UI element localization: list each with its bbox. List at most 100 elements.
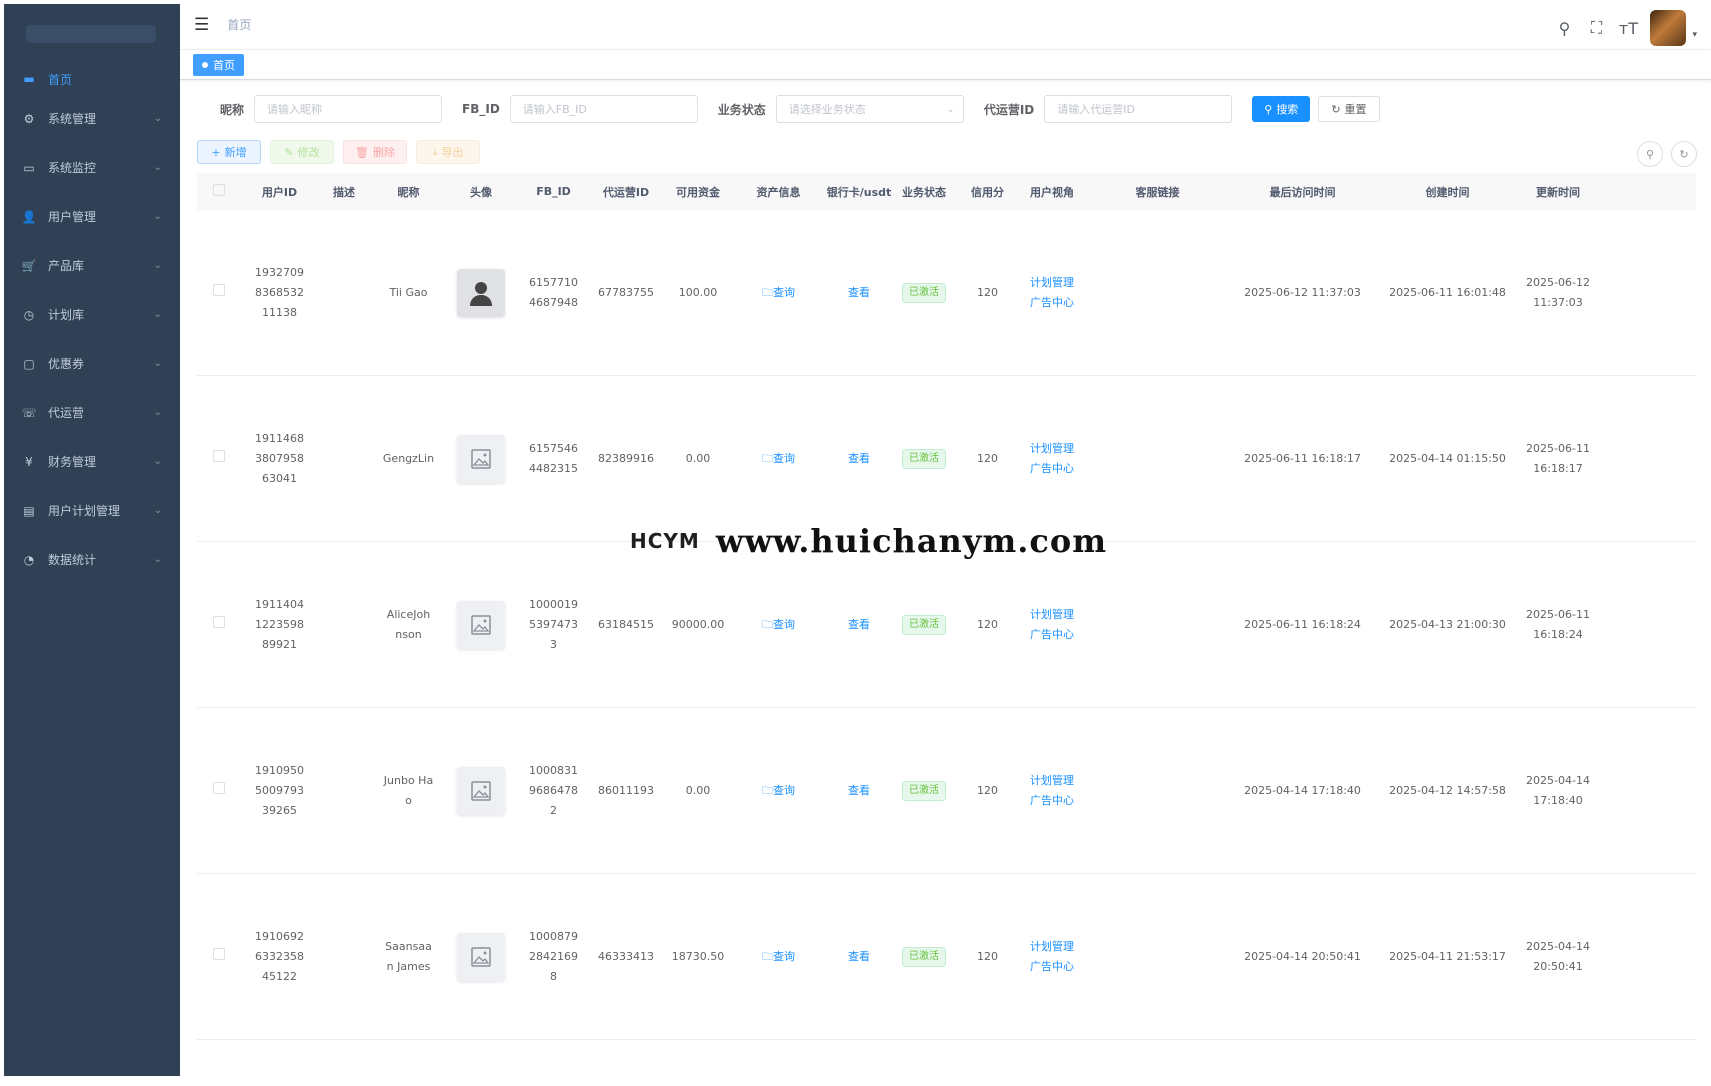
image-placeholder-icon[interactable]: [457, 766, 505, 815]
column-header[interactable]: 资产信息: [736, 184, 821, 200]
column-header[interactable]: 银行卡/usdt: [821, 184, 897, 200]
sidebar-item-home[interactable]: ▬ 首页: [4, 64, 180, 94]
table-row[interactable]: 1932709 8368532 11138 Tii Gao 6157710 4687948…: [197, 210, 1696, 376]
asset-query-link[interactable]: 🗀查询: [762, 452, 795, 465]
sidebar-item-1[interactable]: ▭ 系统监控 ⌄: [4, 143, 180, 192]
agent-input[interactable]: 请输入代运营ID: [1044, 95, 1233, 123]
search-button[interactable]: ⚲ 搜索: [1252, 96, 1311, 122]
status-select[interactable]: 请选择业务状态 ⌄: [775, 95, 964, 123]
sidebar-item-0[interactable]: ⚙ 系统管理 ⌄: [4, 94, 180, 143]
column-header[interactable]: 最后访问时间: [1235, 184, 1370, 200]
reset-button[interactable]: ↻ 重置: [1318, 96, 1380, 122]
row-checkbox[interactable]: [197, 947, 241, 967]
image-placeholder-icon[interactable]: [457, 600, 505, 649]
asset-query-link[interactable]: 🗀查询: [762, 950, 795, 963]
cell-user-view[interactable]: 计划管理 广告中心: [1024, 937, 1080, 977]
ad-center-link[interactable]: 广告中心: [1024, 293, 1080, 313]
sidebar-item-8[interactable]: ▤ 用户计划管理 ⌄: [4, 486, 180, 535]
delete-button[interactable]: 🗑 删除: [343, 140, 407, 164]
toggle-search-icon[interactable]: ⚲: [1637, 141, 1663, 167]
table-row[interactable]: 1911468 3807958 63041 GengzLin 6157546 448231…: [197, 376, 1696, 542]
select-all-checkbox[interactable]: [197, 184, 241, 199]
bank-view-link[interactable]: 查看: [848, 618, 870, 631]
cell-bank[interactable]: 查看: [821, 615, 897, 635]
cell-avatar[interactable]: [447, 932, 515, 981]
plan-management-link[interactable]: 计划管理: [1024, 439, 1080, 459]
plan-management-link[interactable]: 计划管理: [1024, 771, 1080, 791]
plan-management-link[interactable]: 计划管理: [1024, 937, 1080, 957]
edit-button[interactable]: ✎ 修改: [270, 140, 334, 164]
sidebar-logo[interactable]: [4, 4, 180, 64]
column-header[interactable]: 客服链接: [1080, 184, 1235, 200]
user-avatar-icon[interactable]: [457, 268, 505, 317]
breadcrumb[interactable]: 首页: [227, 16, 251, 33]
cell-avatar[interactable]: [447, 766, 515, 815]
row-checkbox[interactable]: [197, 781, 241, 801]
column-header[interactable]: 昵称: [370, 184, 447, 200]
cell-user-view[interactable]: 计划管理 广告中心: [1024, 771, 1080, 811]
tag-home[interactable]: 首页: [193, 53, 244, 76]
search-icon[interactable]: ⚲: [1554, 19, 1574, 38]
image-placeholder-icon[interactable]: [457, 434, 505, 483]
sidebar-item-3[interactable]: 🛒 产品库 ⌄: [4, 241, 180, 290]
column-header[interactable]: 用户视角: [1024, 184, 1080, 200]
ad-center-link[interactable]: 广告中心: [1024, 459, 1080, 479]
asset-query-link[interactable]: 🗀查询: [762, 618, 795, 631]
cell-bank[interactable]: 查看: [821, 449, 897, 469]
cell-bank[interactable]: 查看: [821, 781, 897, 801]
add-button[interactable]: + 新增: [197, 140, 261, 164]
cell-asset-info[interactable]: 🗀查询: [736, 781, 821, 801]
plan-management-link[interactable]: 计划管理: [1024, 273, 1080, 293]
font-size-icon[interactable]: ᴛT: [1618, 19, 1638, 38]
cell-user-view[interactable]: 计划管理 广告中心: [1024, 605, 1080, 645]
refresh-icon[interactable]: ↻: [1671, 141, 1697, 167]
column-header[interactable]: 可用资金: [660, 184, 736, 200]
sidebar-item-5[interactable]: ▢ 优惠券 ⌄: [4, 339, 180, 388]
column-header[interactable]: 信用分: [951, 184, 1024, 200]
column-header[interactable]: 代运营ID: [592, 184, 660, 200]
sidebar-item-2[interactable]: 👤 用户管理 ⌄: [4, 192, 180, 241]
bank-view-link[interactable]: 查看: [848, 950, 870, 963]
column-header[interactable]: 描述: [318, 184, 370, 200]
bank-view-link[interactable]: 查看: [848, 452, 870, 465]
sidebar-item-9[interactable]: ◔ 数据统计 ⌄: [4, 535, 180, 584]
bank-view-link[interactable]: 查看: [848, 784, 870, 797]
asset-query-link[interactable]: 🗀查询: [762, 784, 795, 797]
column-header[interactable]: 业务状态: [897, 184, 951, 200]
ad-center-link[interactable]: 广告中心: [1024, 957, 1080, 977]
sidebar-item-4[interactable]: ◷ 计划库 ⌄: [4, 290, 180, 339]
column-header[interactable]: 头像: [447, 184, 515, 200]
cell-asset-info[interactable]: 🗀查询: [736, 283, 821, 303]
fbid-input[interactable]: 请输入FB_ID: [509, 95, 698, 123]
cell-avatar[interactable]: [447, 600, 515, 649]
sidebar-item-6[interactable]: ☏ 代运营 ⌄: [4, 388, 180, 437]
avatar[interactable]: [1650, 10, 1687, 46]
asset-query-link[interactable]: 🗀查询: [762, 286, 795, 299]
column-header[interactable]: FB_ID: [515, 185, 592, 198]
column-header[interactable]: 用户ID: [241, 184, 318, 200]
table-row[interactable]: 1910950 5009793 39265 Junbo Ha o 1000831 96864…: [197, 708, 1696, 874]
ad-center-link[interactable]: 广告中心: [1024, 791, 1080, 811]
cell-avatar[interactable]: [447, 434, 515, 483]
sidebar-item-7[interactable]: ¥ 财务管理 ⌄: [4, 437, 180, 486]
cell-asset-info[interactable]: 🗀查询: [736, 449, 821, 469]
ad-center-link[interactable]: 广告中心: [1024, 625, 1080, 645]
table-row[interactable]: 1910692 6332358 45122 Saansaa n James 1000879…: [197, 874, 1696, 1040]
nickname-input[interactable]: 请输入昵称: [254, 95, 443, 123]
cell-user-view[interactable]: 计划管理 广告中心: [1024, 439, 1080, 479]
column-header[interactable]: 更新时间: [1525, 184, 1591, 200]
row-checkbox[interactable]: [197, 283, 241, 303]
cell-bank[interactable]: 查看: [821, 947, 897, 967]
row-checkbox[interactable]: [197, 615, 241, 635]
row-checkbox[interactable]: [197, 449, 241, 469]
caret-down-icon[interactable]: ▾: [1692, 30, 1697, 40]
cell-asset-info[interactable]: 🗀查询: [736, 615, 821, 635]
cell-asset-info[interactable]: 🗀查询: [736, 947, 821, 967]
fullscreen-icon[interactable]: ⛶: [1586, 18, 1606, 38]
bank-view-link[interactable]: 查看: [848, 286, 870, 299]
cell-avatar[interactable]: [447, 268, 515, 317]
cell-bank[interactable]: 查看: [821, 283, 897, 303]
export-button[interactable]: ⤓ 导出: [416, 140, 480, 164]
image-placeholder-icon[interactable]: [457, 932, 505, 981]
plan-management-link[interactable]: 计划管理: [1024, 605, 1080, 625]
